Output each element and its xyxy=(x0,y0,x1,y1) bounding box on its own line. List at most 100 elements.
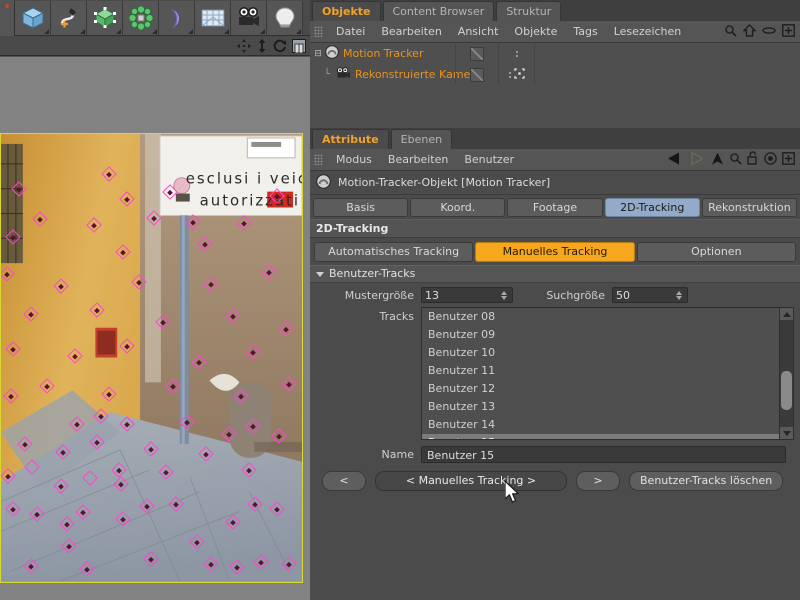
list-item[interactable]: Benutzer 09 xyxy=(422,326,779,344)
list-item[interactable]: Benutzer 13 xyxy=(422,398,779,416)
list-item[interactable]: Benutzer 14 xyxy=(422,416,779,434)
mustergroesse-value: 13 xyxy=(425,289,501,302)
viewport[interactable]: esclusi i veicol autorizzati xyxy=(0,57,310,600)
next-track-button[interactable]: > xyxy=(576,471,620,491)
cube-primitive-icon[interactable] xyxy=(15,1,51,35)
menu-lesezeichen[interactable]: Lesezeichen xyxy=(606,21,690,43)
menu-tags[interactable]: Tags xyxy=(565,21,605,43)
tracking-button-row: < < Manuelles Tracking > > Benutzer-Trac… xyxy=(310,465,800,491)
tracks-label: Tracks xyxy=(316,307,414,323)
expand-toggle-icon[interactable]: ⊟ xyxy=(313,49,323,59)
plus-box-icon[interactable] xyxy=(782,24,795,40)
menu-grip-icon[interactable] xyxy=(314,26,323,37)
subtab-optionen[interactable]: Optionen xyxy=(637,242,796,262)
suchgroesse-field[interactable]: 50 xyxy=(612,287,688,303)
list-item[interactable]: Benutzer 08 xyxy=(422,308,779,326)
suchgroesse-value: 50 xyxy=(616,289,676,302)
array-object-icon[interactable] xyxy=(123,1,159,35)
menu-grip-icon[interactable] xyxy=(314,154,323,165)
stepper-icon[interactable] xyxy=(676,291,682,300)
ellipse-icon[interactable] xyxy=(762,25,776,39)
bend-deformer-icon[interactable] xyxy=(159,1,195,35)
list-item[interactable]: Benutzer 10 xyxy=(422,344,779,362)
menu-objekte[interactable]: Objekte xyxy=(506,21,565,43)
footage-frame[interactable]: esclusi i veicol autorizzati xyxy=(0,133,303,583)
back-arrow-icon[interactable] xyxy=(668,152,683,168)
cinema4d-window: esclusi i veicol autorizzati xyxy=(0,0,800,600)
tree-label-motion-tracker: Motion Tracker xyxy=(343,47,423,60)
plus-box-icon[interactable] xyxy=(782,152,795,168)
object-tree[interactable]: ⊟ Motion Tracker └ Rekonstruierte Kamera xyxy=(310,43,800,128)
menu-bearbeiten[interactable]: Bearbeiten xyxy=(373,21,449,43)
make-editable-icon[interactable] xyxy=(87,1,123,35)
name-input[interactable]: Benutzer 15 xyxy=(421,446,786,463)
menu-modus[interactable]: Modus xyxy=(328,149,380,171)
object-manager-tabstrip: Objekte Content Browser Struktur xyxy=(310,0,800,21)
tracks-list[interactable]: Benutzer 08 Benutzer 09 Benutzer 10 Benu… xyxy=(422,308,779,439)
menu-ansicht[interactable]: Ansicht xyxy=(450,21,507,43)
camera-icon[interactable] xyxy=(231,1,267,35)
list-item[interactable]: Benutzer 11 xyxy=(422,362,779,380)
home-icon[interactable] xyxy=(743,24,756,40)
menu-datei[interactable]: Datei xyxy=(328,21,373,43)
tab-basis[interactable]: Basis xyxy=(313,198,408,217)
visibility-dots-icon[interactable] xyxy=(509,72,511,78)
motion-tracker-icon xyxy=(325,45,339,62)
chevron-down-icon[interactable] xyxy=(316,272,324,277)
target-crosshair-icon[interactable] xyxy=(514,68,525,82)
search-icon[interactable] xyxy=(724,24,737,40)
spline-pen-icon[interactable] xyxy=(51,1,87,35)
tab-content-browser[interactable]: Content Browser xyxy=(383,1,495,21)
tag-swatch[interactable] xyxy=(470,68,484,82)
tree-row-motion-tracker[interactable]: ⊟ Motion Tracker xyxy=(310,43,800,64)
camera-icon xyxy=(336,67,351,82)
list-item-selected[interactable]: Benutzer 15 xyxy=(422,434,779,439)
group-header-benutzer-tracks[interactable]: Benutzer-Tracks xyxy=(310,265,800,283)
tree-branch-icon: └ xyxy=(324,69,336,80)
rotate-tool-icon[interactable] xyxy=(273,39,287,53)
prev-track-button[interactable]: < xyxy=(322,471,366,491)
toolbar-grip xyxy=(0,0,15,36)
delete-user-tracks-button[interactable]: Benutzer-Tracks löschen xyxy=(629,471,783,491)
menu-bearbeiten[interactable]: Bearbeiten xyxy=(380,149,456,171)
tab-2d-tracking[interactable]: 2D-Tracking xyxy=(605,198,700,217)
visibility-dots-icon[interactable] xyxy=(516,51,518,57)
list-item[interactable]: Benutzer 12 xyxy=(422,380,779,398)
attribute-object-header: Motion-Tracker-Objekt [Motion Tracker] xyxy=(310,171,800,195)
move-tool-icon[interactable] xyxy=(237,39,251,53)
unlock-icon[interactable] xyxy=(747,151,759,168)
forward-arrow-icon[interactable] xyxy=(688,152,703,168)
tracking-subtabs: Automatisches Tracking Manuelles Trackin… xyxy=(310,238,800,265)
tab-ebenen[interactable]: Ebenen xyxy=(391,129,452,149)
tracks-scrollbar[interactable] xyxy=(779,308,793,439)
tag-swatch[interactable] xyxy=(470,47,484,61)
tab-struktur[interactable]: Struktur xyxy=(496,1,561,21)
viewport-layout-icon[interactable] xyxy=(292,39,306,53)
manuelles-tracking-button[interactable]: < Manuelles Tracking > xyxy=(375,471,567,491)
tracks-listbox[interactable]: Benutzer 08 Benutzer 09 Benutzer 10 Benu… xyxy=(421,307,794,440)
mustergroesse-field[interactable]: 13 xyxy=(421,287,513,303)
subtab-automatisches-tracking[interactable]: Automatisches Tracking xyxy=(314,242,473,262)
scroll-up-icon[interactable] xyxy=(780,308,793,320)
subtab-manuelles-tracking[interactable]: Manuelles Tracking xyxy=(475,242,634,262)
light-icon[interactable] xyxy=(267,1,303,35)
stepper-icon[interactable] xyxy=(501,291,507,300)
size-fields-row: Mustergröße 13 Suchgröße 50 xyxy=(310,283,800,305)
main-toolbar xyxy=(0,0,310,36)
search-icon[interactable] xyxy=(729,152,742,168)
up-arrow-icon[interactable] xyxy=(711,152,724,168)
tab-objekte[interactable]: Objekte xyxy=(312,1,381,21)
tab-rekonstruktion[interactable]: Rekonstruktion xyxy=(702,198,797,217)
attribute-manager-menubar: Modus Bearbeiten Benutzer xyxy=(310,149,800,171)
scale-tool-icon[interactable] xyxy=(256,39,268,53)
scroll-down-icon[interactable] xyxy=(780,427,793,439)
tab-attribute[interactable]: Attribute xyxy=(312,129,389,149)
scrollbar-track[interactable] xyxy=(780,320,793,427)
target-icon[interactable] xyxy=(764,152,777,168)
landscape-grid-icon[interactable] xyxy=(195,1,231,35)
menu-benutzer[interactable]: Benutzer xyxy=(456,149,522,171)
tab-koord[interactable]: Koord. xyxy=(410,198,505,217)
scrollbar-thumb[interactable] xyxy=(781,371,792,410)
tree-row-rekonstruierte-kamera[interactable]: └ Rekonstruierte Kamera xyxy=(310,64,800,85)
tab-footage[interactable]: Footage xyxy=(507,198,602,217)
